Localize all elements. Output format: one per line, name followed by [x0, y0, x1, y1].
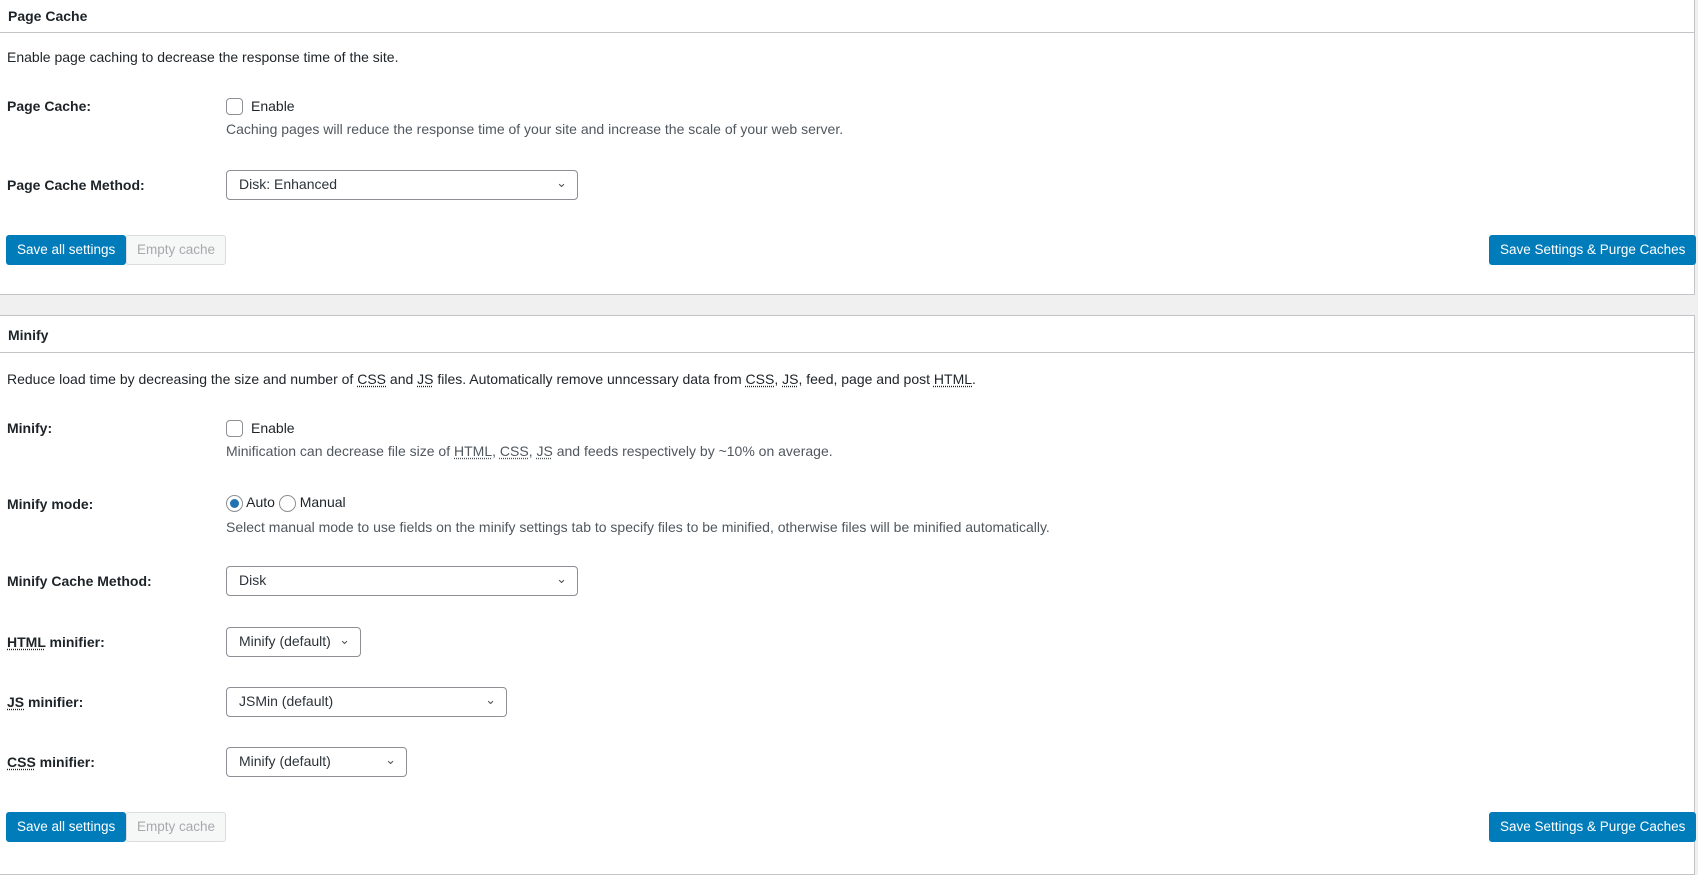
select-value: Disk: Enhanced — [239, 176, 338, 192]
checkbox-label[interactable]: Enable — [251, 98, 295, 114]
radio-auto[interactable] — [226, 494, 243, 512]
minify-cache-method-select[interactable]: Disk ⌄ — [226, 566, 578, 596]
minify-hint: Minification can decrease file size of H… — [226, 443, 833, 459]
select-value: JSMin (default) — [239, 693, 334, 709]
html-minifier-label: HTML minifier: — [7, 634, 105, 650]
save-and-purge-button[interactable]: Save Settings & Purge Caches — [1489, 812, 1697, 842]
checkbox-label[interactable]: Enable — [251, 420, 295, 436]
empty-cache-button[interactable]: Empty cache — [126, 812, 227, 842]
minify-mode-label: Minify mode: — [7, 496, 94, 512]
save-all-settings-button[interactable]: Save all settings — [6, 235, 127, 265]
css-minifier-select[interactable]: Minify (default) ⌄ — [226, 747, 407, 777]
select-value: Disk — [239, 572, 267, 588]
js-minifier-select[interactable]: JSMin (default) ⌄ — [226, 687, 507, 717]
js-minifier-label: JS minifier: — [7, 694, 84, 710]
chevron-down-icon: ⌄ — [385, 752, 396, 767]
select-value: Minify (default) — [239, 633, 331, 649]
chevron-down-icon: ⌄ — [556, 175, 567, 190]
chevron-down-icon: ⌄ — [485, 692, 496, 707]
select-value: Minify (default) — [239, 753, 331, 769]
page-cache-label: Page Cache: — [7, 98, 92, 114]
chevron-down-icon: ⌄ — [339, 632, 350, 647]
chevron-down-icon: ⌄ — [556, 571, 567, 586]
minify-mode-radio-group: Auto Manual — [226, 494, 346, 512]
html-minifier-select[interactable]: Minify (default) ⌄ — [226, 627, 361, 657]
minify-enable-checkbox[interactable] — [226, 420, 243, 437]
minify-label: Minify: — [7, 420, 53, 436]
panel-description: Enable page caching to decrease the resp… — [7, 49, 399, 65]
page-cache-enable-checkbox[interactable] — [226, 98, 243, 115]
radio-auto-label[interactable]: Auto — [246, 494, 275, 510]
panel-title: Minify — [0, 316, 1694, 353]
empty-cache-button[interactable]: Empty cache — [126, 235, 227, 265]
panel-title: Page Cache — [0, 0, 1694, 33]
panel-description: Reduce load time by decreasing the size … — [7, 371, 976, 387]
css-minifier-label: CSS minifier: — [7, 754, 95, 770]
save-and-purge-button[interactable]: Save Settings & Purge Caches — [1489, 235, 1697, 265]
radio-manual-label[interactable]: Manual — [300, 494, 346, 510]
minify-panel: Minify Reduce load time by decreasing th… — [0, 315, 1697, 875]
page-cache-method-select[interactable]: Disk: Enhanced ⌄ — [226, 170, 578, 200]
minify-cache-method-label: Minify Cache Method: — [7, 573, 152, 589]
page-cache-hint: Caching pages will reduce the response t… — [226, 121, 844, 137]
save-all-settings-button[interactable]: Save all settings — [6, 812, 127, 842]
page-cache-panel: Page Cache Enable page caching to decrea… — [0, 0, 1697, 295]
radio-manual[interactable] — [278, 494, 296, 512]
page-cache-method-label: Page Cache Method: — [7, 177, 145, 193]
minify-mode-hint: Select manual mode to use fields on the … — [226, 519, 1050, 535]
